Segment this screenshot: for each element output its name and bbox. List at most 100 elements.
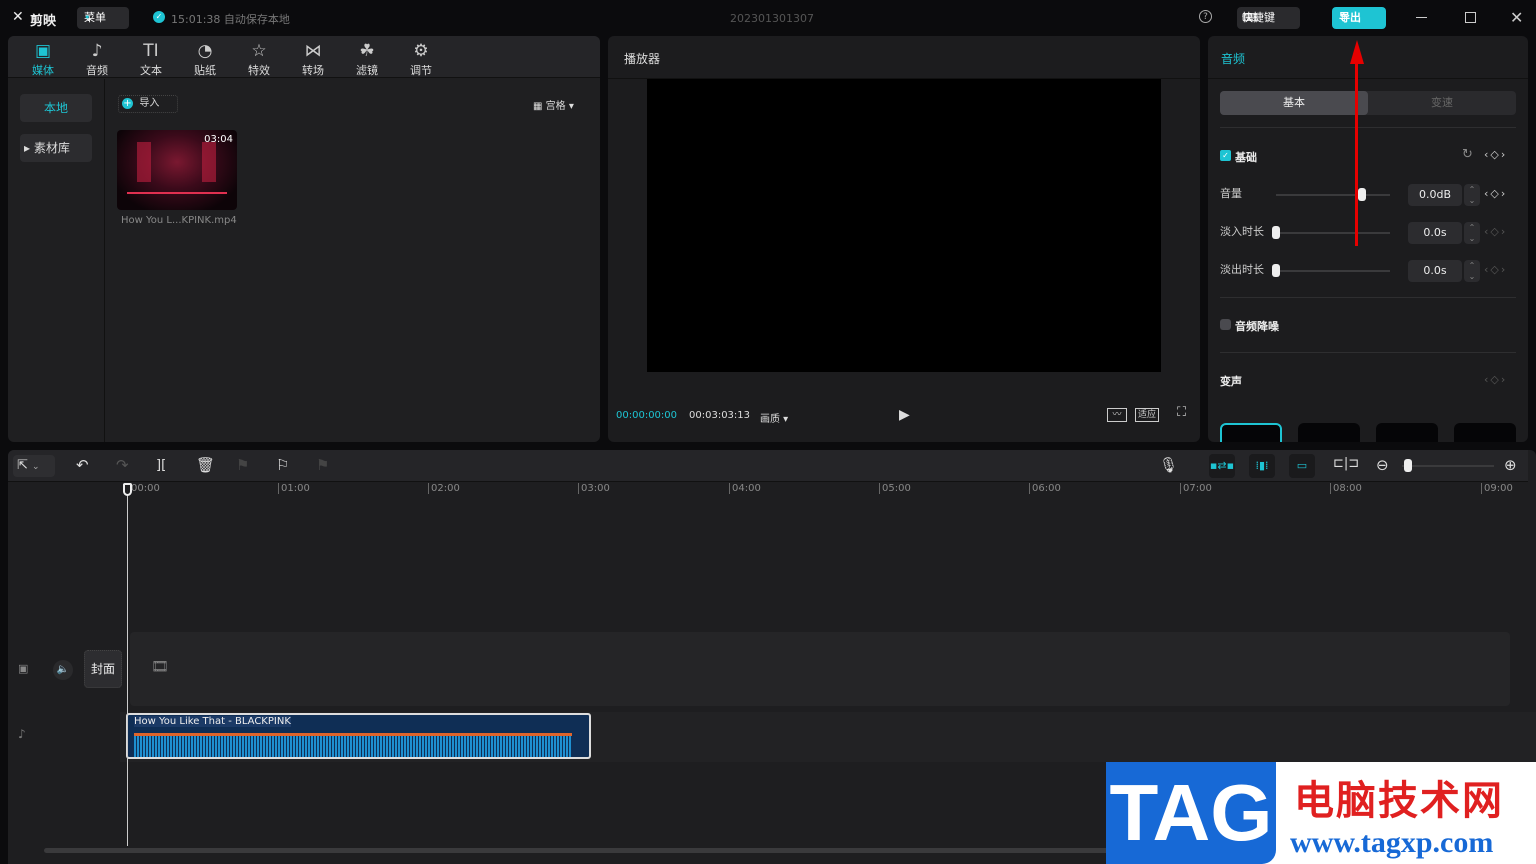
tab-audio[interactable]: ♪ 音频 [70,40,124,78]
voice-preset-3[interactable] [1376,423,1438,442]
cover-button[interactable]: 封面 [84,650,122,688]
fade-out-input[interactable]: 0.0s [1408,260,1462,282]
tab-media[interactable]: ▣ 媒体 [16,40,70,78]
help-icon[interactable]: ? [1199,10,1212,23]
autosave-status: 15:01:38 自动保存本地 [171,13,290,26]
fade-out-slider[interactable] [1272,264,1390,277]
tab-text[interactable]: TI 文本 [124,40,178,78]
voice-preset-4[interactable] [1454,423,1516,442]
maximize-button[interactable] [1465,12,1476,23]
voice-preset-1[interactable] [1220,423,1282,442]
media-panel: ▣ 媒体 ♪ 音频 TI 文本 ◔ 贴纸 ☆ 特效 ⋈ 转场 ☘ 滤镜 ⚙ 调节 本地 ▸ 素材… [8,36,600,442]
ruler-tick: 07:00 [1180,483,1212,494]
tab-effects[interactable]: ☆ 特效 [232,40,286,78]
auto-snap-icon[interactable]: ⁞▮⁞ [1249,454,1275,478]
select-tool-icon[interactable]: ⇱ ⌄ [13,455,55,477]
adjust-icon: ⚙ [413,41,429,61]
timeline-zoom-slider[interactable] [1402,459,1494,472]
track-mute-icon[interactable]: 🔈 [53,660,73,680]
voice-change-keyframe-icon: ‹◇› [1484,373,1508,386]
volume-keyframe-icon[interactable]: ‹◇› [1484,187,1507,200]
fullscreen-icon[interactable]: ⛶ [1177,405,1186,420]
tab-sticker[interactable]: ◔ 贴纸 [178,40,232,78]
media-icon: ▣ [34,41,52,61]
fade-out-stepper[interactable]: ⌃ ⌄ [1464,260,1480,282]
fade-in-label: 淡入时长 [1220,225,1264,238]
audio-track-icon: ♪ [18,727,26,741]
basic-section-label: 基础 [1235,151,1257,164]
menu-button[interactable]: 菜单 • ⌄ [77,7,129,29]
play-icon[interactable]: ▶ [899,407,910,423]
basic-checkbox[interactable]: ✓ [1220,150,1231,161]
tab-basic[interactable]: 基本 [1220,91,1368,115]
playhead[interactable] [127,484,128,846]
shortcut-button[interactable]: ⌨ 快捷键 [1237,7,1300,29]
fade-in-slider-knob[interactable] [1272,226,1280,239]
waveform-icon[interactable]: 〰 [1107,408,1127,422]
volume-input[interactable]: 0.0dB [1408,184,1462,206]
ruler-tick: 03:00 [578,483,610,494]
audio-clip[interactable]: How You Like That - BLACKPINK [126,713,591,759]
volume-label: 音量 [1220,187,1242,200]
tab-adjust[interactable]: ⚙ 调节 [394,40,448,78]
player-title: 播放器 [624,52,661,66]
denoise-checkbox[interactable] [1220,319,1231,330]
main-track-magnet-icon[interactable]: ▪⇄▪ [1209,454,1235,478]
main-video-track [130,632,1510,706]
volume-stepper[interactable]: ⌃ ⌄ [1464,184,1480,206]
ai-marker-icon[interactable]: ⚑ [236,456,249,474]
volume-slider-knob[interactable] [1358,188,1366,201]
export-button[interactable]: ⇧ 导出 [1332,7,1386,29]
view-mode-button[interactable]: ▦ 宫格 ▾ [533,97,574,112]
quality-dropdown[interactable]: 画质 ▾ [760,410,788,425]
ruler-tick: 06:00 [1029,483,1061,494]
fade-out-label: 淡出时长 [1220,263,1264,276]
tab-transition[interactable]: ⋈ 转场 [286,40,340,78]
voice-preset-2[interactable] [1298,423,1360,442]
marker-icon[interactable]: ⚐ [276,456,289,474]
audio-clip-name: How You Like That - BLACKPINK [134,716,291,727]
ruler-tick: 00:00 [128,483,160,494]
fade-in-row: 淡入时长 0.0s ⌃ ⌄ ‹◇› [1208,222,1528,246]
tab-filter[interactable]: ☘ 滤镜 [340,40,394,78]
fade-in-input[interactable]: 0.0s [1408,222,1462,244]
fade-out-slider-knob[interactable] [1272,264,1280,277]
minimize-button[interactable] [1416,17,1427,18]
zoom-slider-knob[interactable] [1404,459,1412,472]
tab-label: 特效 [248,64,270,77]
transition-icon: ⋈ [304,41,322,61]
track-visibility-icon[interactable]: ▣ [18,662,28,675]
microphone-icon[interactable]: 🎙 [1159,456,1178,474]
view-label: 宫格 [545,101,566,112]
remove-marker-icon[interactable]: ⚑ [316,456,329,474]
sticker-icon: ◔ [197,41,213,61]
link-icon[interactable]: ▭ [1289,454,1315,478]
preview-axis-icon[interactable]: ⊏|⊐ [1333,456,1359,471]
audio-icon: ♪ [91,41,103,61]
fade-out-keyframe-icon: ‹◇› [1484,263,1508,276]
tab-speed[interactable]: 变速 [1368,91,1516,115]
delete-icon[interactable]: 🗑 [196,456,215,474]
media-clip-thumbnail[interactable]: 03:04 [117,130,237,210]
import-button[interactable]: + 导入 [118,95,178,113]
zoom-out-icon[interactable]: ⊖ [1376,456,1389,474]
close-button[interactable]: ✕ [1510,8,1523,27]
redo-icon[interactable]: ↷ [116,456,129,474]
watermark-logo: TAG [1106,762,1276,864]
fit-button[interactable]: 适应 [1135,408,1160,422]
sidebar-item-library[interactable]: ▸ 素材库 [20,134,92,162]
audio-waveform [134,733,572,757]
split-icon[interactable]: ][ [156,458,166,473]
playhead-handle[interactable] [123,483,132,496]
volume-slider[interactable] [1276,188,1390,201]
clip-duration: 03:04 [204,134,233,145]
undo-icon[interactable]: ↶ [76,456,89,474]
media-tabs: ▣ 媒体 ♪ 音频 TI 文本 ◔ 贴纸 ☆ 特效 ⋈ 转场 ☘ 滤镜 ⚙ 调节 [8,36,600,78]
total-time: 00:03:03:13 [689,410,751,421]
fade-in-slider[interactable] [1272,226,1390,239]
sidebar-item-local[interactable]: 本地 [20,94,92,122]
zoom-in-icon[interactable]: ⊕ [1504,456,1517,474]
reset-icon[interactable]: ↻ [1462,147,1473,162]
fade-in-stepper[interactable]: ⌃ ⌄ [1464,222,1480,244]
keyframe-icon[interactable]: ‹◇› [1484,148,1507,161]
